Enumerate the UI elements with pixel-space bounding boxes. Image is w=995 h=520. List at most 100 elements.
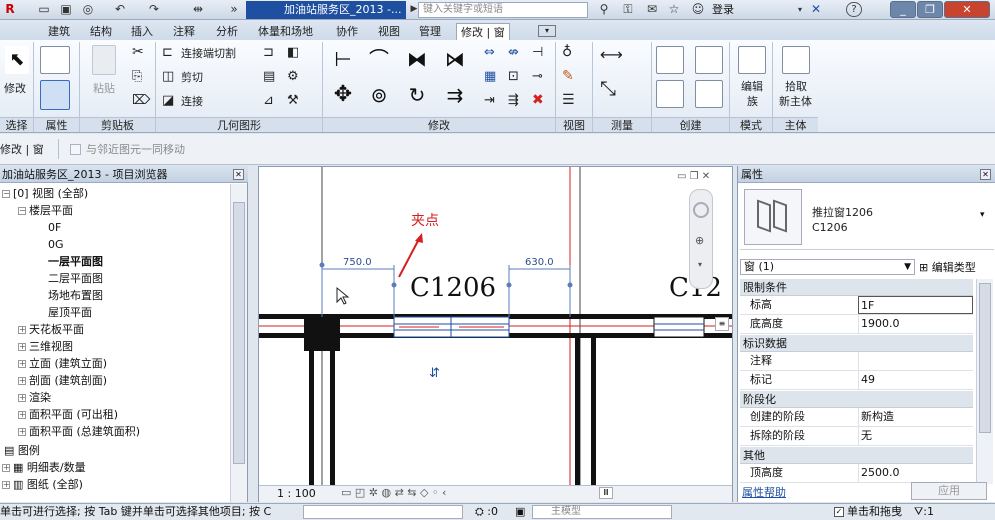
trim-icon[interactable]: ⇉ xyxy=(442,82,468,108)
modify-label[interactable]: 修改 xyxy=(4,82,26,95)
open-icon[interactable]: ▭ xyxy=(36,2,52,17)
mirror-axis-icon[interactable]: ⧓ xyxy=(404,46,430,72)
more-icon[interactable]: » xyxy=(226,2,242,17)
view-control-icons[interactable]: ▭ ◰ ✲ ◍ ⇄ ⇆ ◇ ◦ ‹ xyxy=(341,486,446,499)
view-scale[interactable]: 1 : 100 xyxy=(277,487,316,500)
favorites-icon[interactable]: ☆ xyxy=(666,2,682,17)
rotate-icon[interactable]: ↻ xyxy=(404,82,430,108)
aligned-dimension-icon[interactable]: ⤡ xyxy=(600,78,616,98)
join-icon[interactable]: ◪ xyxy=(162,94,174,107)
tree-area-gross[interactable]: + 面积平面 (总建筑面积) xyxy=(18,424,140,439)
save-icon[interactable]: ▣ xyxy=(58,2,74,17)
properties-palette-icon[interactable] xyxy=(40,80,70,110)
panel-host[interactable]: 主体 xyxy=(773,117,818,132)
user-icon[interactable]: ☺ xyxy=(690,2,706,17)
edit-family-label-2[interactable]: 族 xyxy=(747,95,758,108)
create-similar-icon[interactable] xyxy=(695,80,723,108)
pick-host-icon[interactable] xyxy=(782,46,810,74)
subscription-icon[interactable]: ⚿ xyxy=(620,2,636,17)
move-icon[interactable]: ✥ xyxy=(330,82,356,108)
panel-geometry[interactable]: 几何图形 xyxy=(156,117,322,132)
exchange-icon[interactable]: ✕ xyxy=(808,2,824,17)
panel-select[interactable]: 选择 xyxy=(0,117,33,132)
measure-between-icon[interactable]: ⟷ xyxy=(600,47,623,63)
worksets-count[interactable]: ⛭ :0 xyxy=(475,504,498,520)
select-arrow-icon[interactable]: ⬉ xyxy=(5,46,29,74)
prop-value-phase-demolished[interactable]: 无 xyxy=(858,427,973,445)
tree-view-level2[interactable]: 二层平面图 xyxy=(48,271,103,286)
panel-modify[interactable]: 修改 xyxy=(323,117,555,132)
browser-scroll-thumb[interactable] xyxy=(233,202,245,464)
group-constraints[interactable]: 限制条件 xyxy=(740,279,973,296)
cut-label[interactable]: 剪切 xyxy=(181,71,203,84)
browser-scrollbar[interactable] xyxy=(230,184,247,502)
pick-host-label-2[interactable]: 新主体 xyxy=(779,95,812,108)
minimize-button[interactable]: _ xyxy=(890,1,916,18)
panel-measure[interactable]: 测量 xyxy=(593,117,651,132)
tree-schedules[interactable]: + ▦ 明细表/数量 xyxy=(2,460,86,475)
binoculars-icon[interactable]: ⚲ xyxy=(596,2,612,17)
mirror-draw-icon[interactable]: ⧒ xyxy=(442,46,468,72)
prop-row-phase-demolished[interactable]: 拆除的阶段 无 xyxy=(740,427,973,446)
cope-icon[interactable]: ⊏ xyxy=(162,46,173,59)
move-with-nearby-checkbox[interactable] xyxy=(70,144,81,155)
tab-structure[interactable]: 结构 xyxy=(90,23,112,40)
prop-row-phase-created[interactable]: 创建的阶段 新构造 xyxy=(740,408,973,427)
create-group-icon[interactable] xyxy=(656,80,684,108)
view-window-controls[interactable]: ▭ ❐ ✕ xyxy=(677,171,710,182)
align-icon[interactable]: ⊢ xyxy=(330,46,356,72)
tree-area-rentable[interactable]: + 面积平面 (可出租) xyxy=(18,407,118,422)
tree-views-all[interactable]: − [0] 视图 (全部) xyxy=(2,186,88,201)
tab-insert[interactable]: 插入 xyxy=(131,23,153,40)
pin-icon[interactable]: ⊣ xyxy=(532,46,543,59)
restore-button[interactable]: ❐ xyxy=(917,1,943,18)
panel-properties[interactable]: 属性 xyxy=(34,117,79,132)
sync-icon[interactable]: ◎ xyxy=(80,2,96,17)
hammer-icon[interactable]: ⚒ xyxy=(287,94,299,107)
undo-icon[interactable]: ↶ xyxy=(112,2,128,17)
tab-view[interactable]: 视图 xyxy=(378,23,400,40)
tree-view-0f[interactable]: 0F xyxy=(48,220,61,235)
edit-family-label-1[interactable]: 编辑 xyxy=(741,80,763,93)
tree-view-site[interactable]: 场地布置图 xyxy=(48,288,103,303)
wall-joins-icon[interactable]: ⊐ xyxy=(263,46,274,59)
tree-sections[interactable]: + 剖面 (建筑剖面) xyxy=(18,373,107,388)
prop-row-mark[interactable]: 标记 49 xyxy=(740,371,973,390)
override-graphics-icon[interactable]: ✎ xyxy=(562,69,574,83)
tab-modify-window[interactable]: 修改 | 窗 xyxy=(456,23,510,40)
apply-button[interactable]: 应用 xyxy=(911,482,987,500)
communication-icon[interactable]: ✉ xyxy=(644,2,660,17)
copy-icon[interactable]: ⎘ xyxy=(132,70,142,83)
tree-3d-views[interactable]: + 三维视图 xyxy=(18,339,73,354)
pick-host-label-1[interactable]: 拾取 xyxy=(785,80,807,93)
panel-view[interactable]: 视图 xyxy=(556,117,592,132)
tree-renderings[interactable]: + 渲染 xyxy=(18,390,51,405)
paste-label[interactable]: 粘贴 xyxy=(93,82,115,95)
tab-massing-site[interactable]: 体量和场地 xyxy=(258,23,313,40)
navigation-bar[interactable]: ⊕ ▾ xyxy=(689,189,713,289)
redo-icon[interactable]: ↷ xyxy=(146,2,162,17)
tree-elevations[interactable]: + 立面 (建筑立面) xyxy=(18,356,107,371)
split-icon[interactable]: ⇔ xyxy=(484,46,495,59)
prop-value-mark[interactable]: 49 xyxy=(858,371,973,389)
offset-icon[interactable]: ⌒ xyxy=(366,46,392,72)
measure-qa-icon[interactable]: ⇹ xyxy=(190,2,206,17)
tree-view-0g[interactable]: 0G xyxy=(48,237,64,252)
tree-floor-plans[interactable]: − 楼层平面 xyxy=(18,203,73,218)
design-options-icon[interactable]: ▣ xyxy=(515,504,525,520)
group-phasing[interactable]: 阶段化 xyxy=(740,391,973,408)
array-icon[interactable]: ▦ xyxy=(484,70,496,83)
hscroll-thumb[interactable]: Ⅲ xyxy=(599,487,613,499)
floor-plan-drawing[interactable]: ⇵ xyxy=(259,167,732,485)
instance-filter-select[interactable]: 窗 (1) ▼ xyxy=(740,259,915,275)
paste-icon[interactable] xyxy=(92,45,116,75)
tab-architecture[interactable]: 建筑 xyxy=(48,23,70,40)
ribbon-toggle-icon[interactable]: ▾ xyxy=(538,25,556,37)
create-parts-icon[interactable] xyxy=(656,46,684,74)
workset-field[interactable] xyxy=(303,505,463,519)
type-selector[interactable]: 推拉窗1206 C1206 ▾ xyxy=(740,184,994,250)
vscroll-thumb[interactable]: ≡ xyxy=(715,317,729,331)
panel-mode[interactable]: 模式 xyxy=(730,117,772,132)
login-dropdown-icon[interactable]: ▾ xyxy=(792,2,808,17)
tree-sheets[interactable]: + ▥ 图纸 (全部) xyxy=(2,477,83,492)
